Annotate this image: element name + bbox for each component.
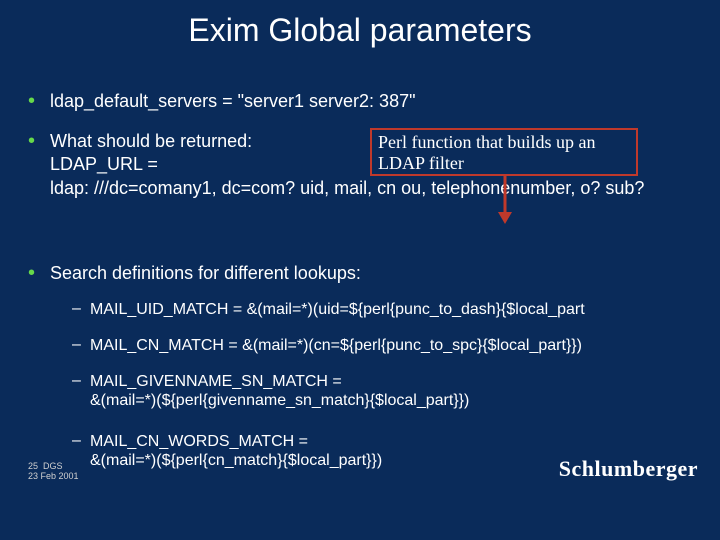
sub-text: MAIL_CN_WORDS_MATCH = &(mail=*)(${perl{c… <box>90 432 382 470</box>
bullet-search-defs: • Search definitions for different looku… <box>28 262 361 285</box>
sub-mail-givenname-sn-match: – MAIL_GIVENNAME_SN_MATCH = &(mail=*)(${… <box>72 372 469 410</box>
sub-mail-cn-words-match: – MAIL_CN_WORDS_MATCH = &(mail=*)(${perl… <box>72 432 382 470</box>
sub-mail-cn-match: – MAIL_CN_MATCH = &(mail=*)(cn=${perl{pu… <box>72 336 582 355</box>
slide-title: Exim Global parameters <box>0 12 720 49</box>
footer-date: 23 Feb 2001 <box>28 471 79 481</box>
dash-icon: – <box>72 300 81 318</box>
page-number: 25 <box>28 461 38 471</box>
dash-icon: – <box>72 372 81 390</box>
arrow-down-icon <box>495 176 515 224</box>
slide: Exim Global parameters • ldap_default_se… <box>0 0 720 540</box>
bullet-ldap-servers: • ldap_default_servers = "server1 server… <box>28 90 415 113</box>
sub-text: MAIL_GIVENNAME_SN_MATCH = &(mail=*)(${pe… <box>90 372 469 410</box>
sub-mail-uid-match: – MAIL_UID_MATCH = &(mail=*)(uid=${perl{… <box>72 300 585 319</box>
bullet-dot-icon: • <box>28 88 35 114</box>
dash-icon: – <box>72 432 81 450</box>
footer-meta: 25 DGS 23 Feb 2001 <box>28 462 79 482</box>
bullet-text: ldap_default_servers = "server1 server2:… <box>50 90 415 113</box>
footer-label: DGS <box>43 461 63 471</box>
callout-perl-function: Perl function that builds up an LDAP fil… <box>370 128 638 176</box>
sub-text: MAIL_CN_MATCH = &(mail=*)(cn=${perl{punc… <box>90 336 582 355</box>
bullet-dot-icon: • <box>28 260 35 286</box>
dash-icon: – <box>72 336 81 354</box>
bullet-dot-icon: • <box>28 128 35 154</box>
sub-text: MAIL_UID_MATCH = &(mail=*)(uid=${perl{pu… <box>90 300 585 319</box>
brand-logo: Schlumberger <box>559 456 698 482</box>
bullet-text: Search definitions for different lookups… <box>50 262 361 285</box>
